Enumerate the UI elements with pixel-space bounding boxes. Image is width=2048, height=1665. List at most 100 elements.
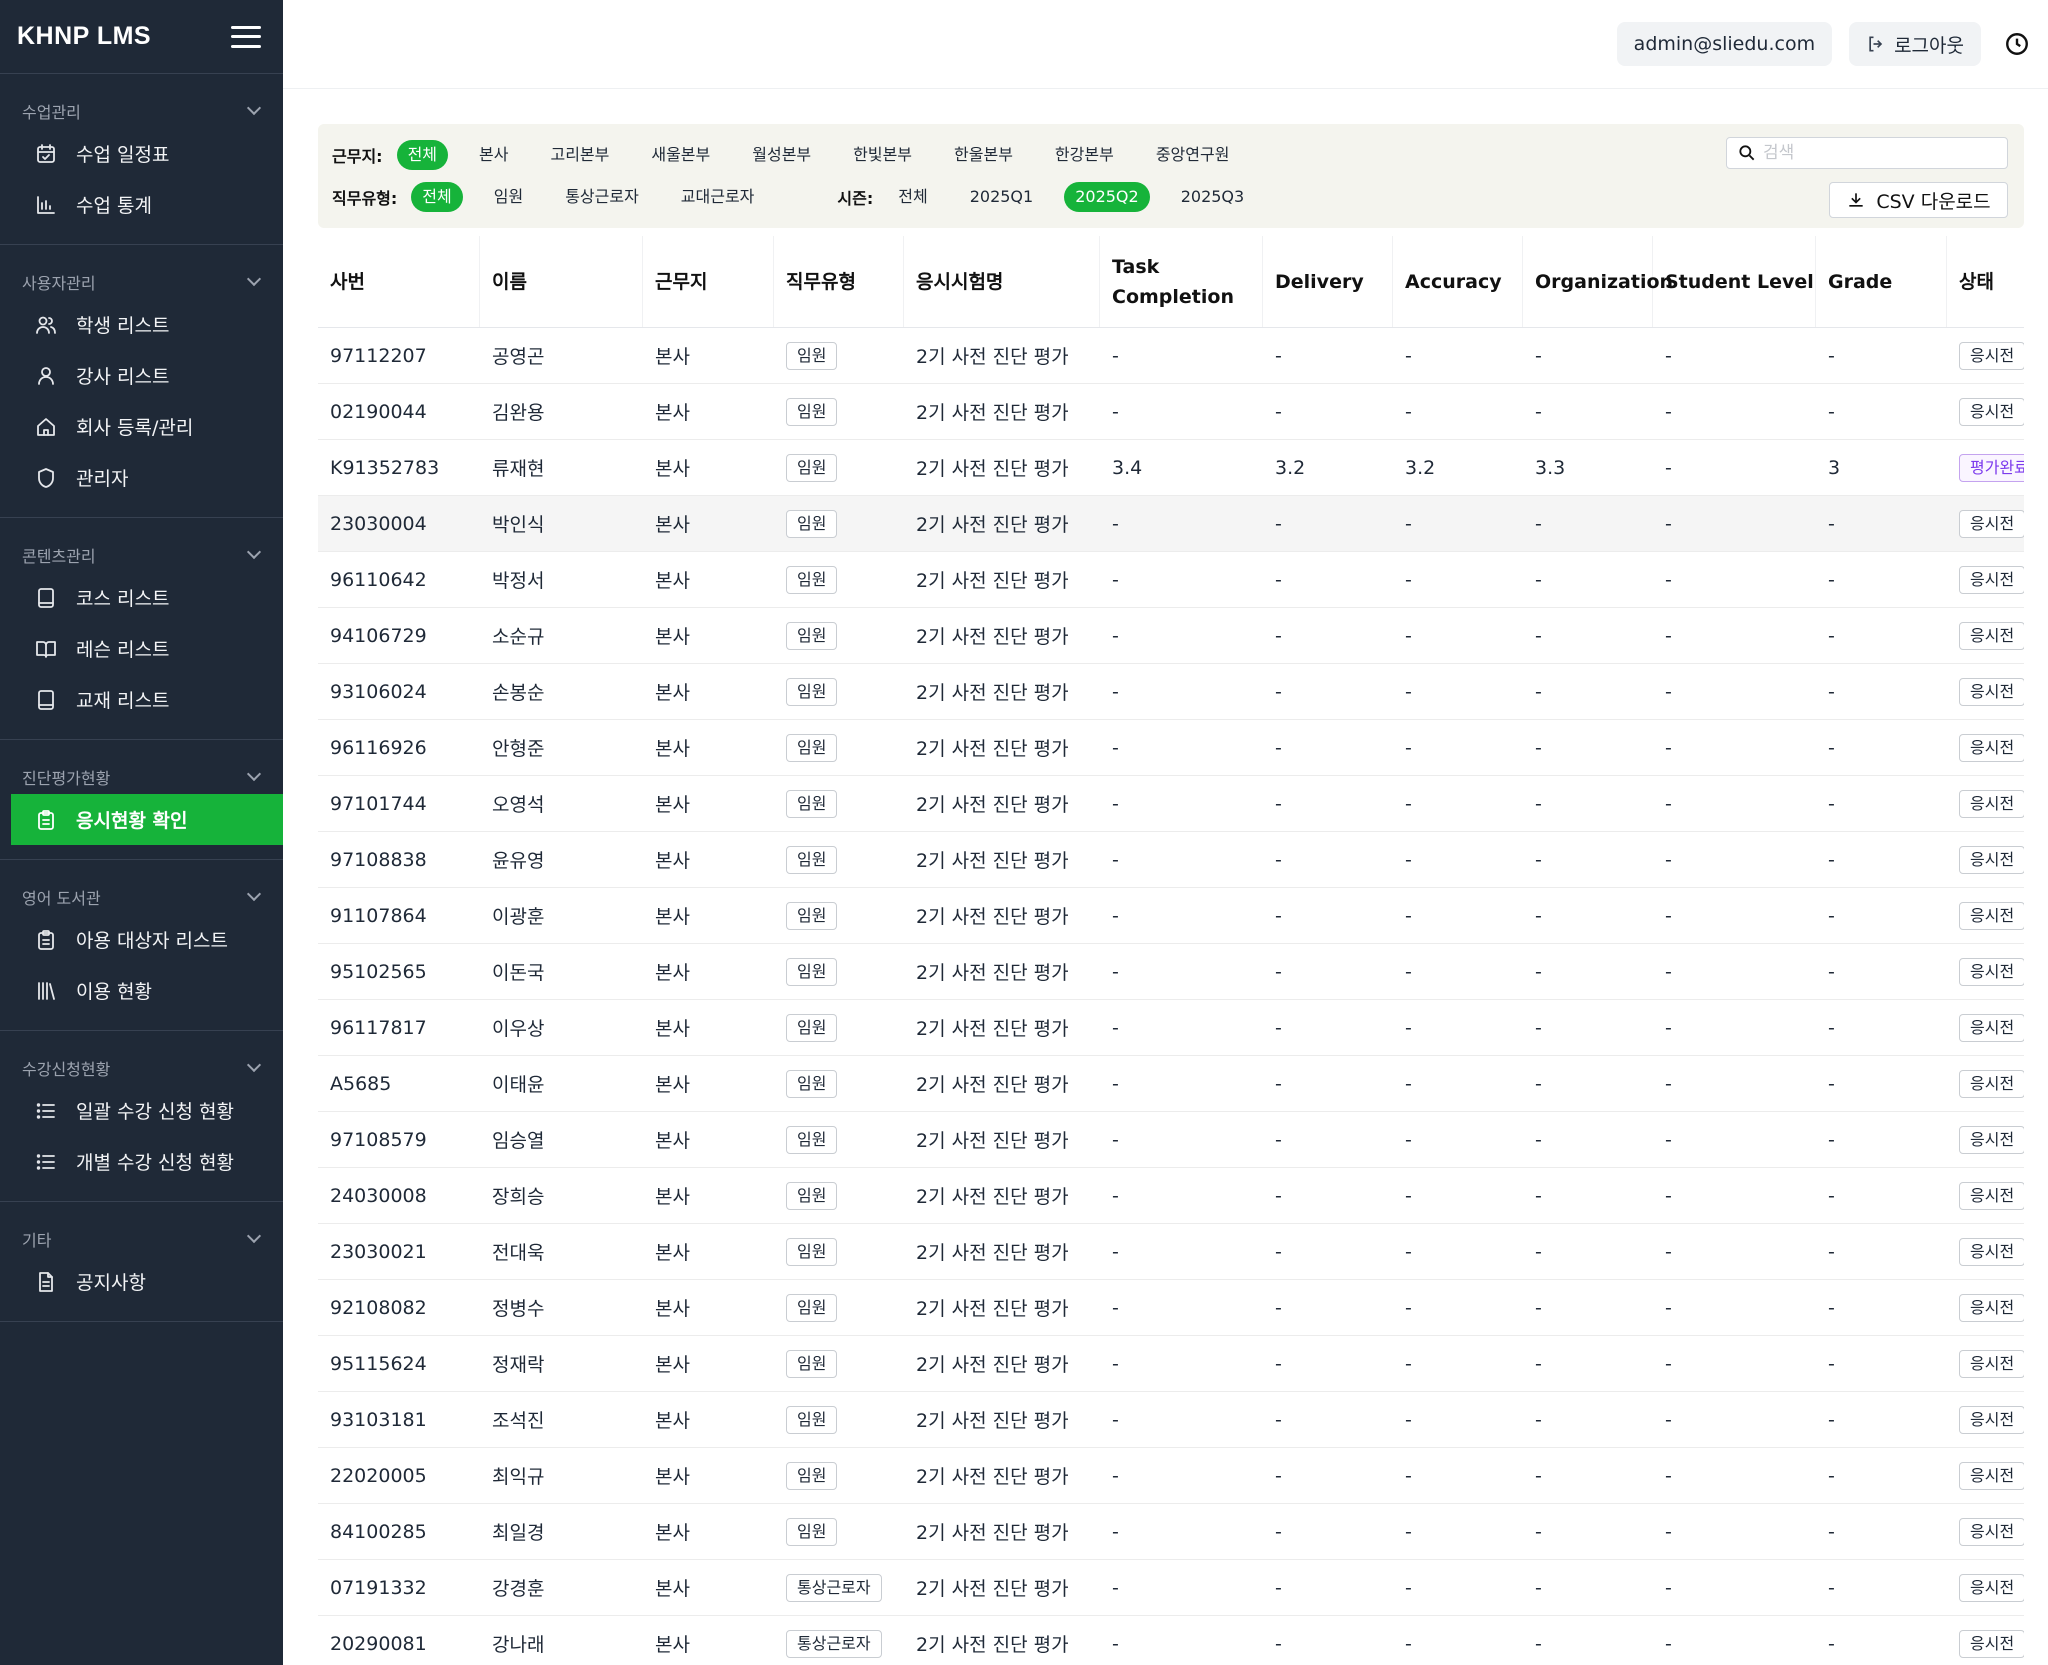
table-cell: -: [1405, 1016, 1412, 1039]
jobtype-chip[interactable]: 전체: [411, 182, 463, 212]
table-row[interactable]: 23030004 박인식 본사 임원 2기 사전 진단 평가 - - - - - - 응시전: [318, 496, 2024, 552]
workplace-chip[interactable]: 월성본부: [741, 140, 822, 170]
column-header[interactable]: Accuracy: [1393, 236, 1523, 327]
table-row[interactable]: 91107864 이광훈 본사 임원 2기 사전 진단 평가 - - - - - - 응시전: [318, 888, 2024, 944]
user-email-button[interactable]: admin@sliedu.com: [1616, 22, 1833, 66]
table-row[interactable]: K91352783 류재현 본사 임원 2기 사전 진단 평가 3.4 3.2 3.2 3.3 -…: [318, 440, 2024, 496]
workplace-chip[interactable]: 한강본부: [1044, 140, 1125, 170]
column-header[interactable]: Organization: [1523, 236, 1673, 327]
table-row[interactable]: 93103181 조석진 본사 임원 2기 사전 진단 평가 - - - - - - 응시전: [318, 1392, 2024, 1448]
table-row[interactable]: 95102565 이돈국 본사 임원 2기 사전 진단 평가 - - - - - - 응시전: [318, 944, 2024, 1000]
column-header[interactable]: 상태: [1947, 236, 2024, 327]
table-row[interactable]: 07191332 강경훈 본사 통상근로자 2기 사전 진단 평가 - - - - - - 응시전: [318, 1560, 2024, 1616]
table-row[interactable]: 84100285 최일경 본사 임원 2기 사전 진단 평가 - - - - - - 응시전: [318, 1504, 2024, 1560]
table-row[interactable]: 20290081 강나래 본사 통상근로자 2기 사전 진단 평가 - - - - - - 응시전: [318, 1616, 2024, 1665]
table-cell: -: [1665, 848, 1672, 871]
column-header[interactable]: Grade: [1816, 236, 1947, 327]
table-row[interactable]: 93106024 손봉순 본사 임원 2기 사전 진단 평가 - - - - - - 응시전: [318, 664, 2024, 720]
sidebar-item[interactable]: 교재 리스트: [0, 674, 283, 725]
nav-section-header[interactable]: 콘텐츠관리: [0, 538, 283, 572]
workplace-chip[interactable]: 중앙연구원: [1145, 140, 1241, 170]
sidebar-item[interactable]: 공지사항: [0, 1256, 283, 1307]
nav-section-header[interactable]: 영어 도서관: [0, 880, 283, 914]
logout-button[interactable]: 로그아웃: [1849, 22, 1981, 66]
column-header[interactable]: Task Completion: [1100, 236, 1263, 327]
table-row[interactable]: A5685 이태윤 본사 임원 2기 사전 진단 평가 - - - - - - 응시전: [318, 1056, 2024, 1112]
table-cell: -: [1535, 624, 1542, 647]
table-row[interactable]: 94106729 소순규 본사 임원 2기 사전 진단 평가 - - - - - - 응시전: [318, 608, 2024, 664]
workplace-chip[interactable]: 본사: [468, 140, 519, 170]
table-row[interactable]: 96117817 이우상 본사 임원 2기 사전 진단 평가 - - - - - - 응시전: [318, 1000, 2024, 1056]
column-header[interactable]: 이름: [480, 236, 643, 327]
csv-download-button[interactable]: CSV 다운로드: [1829, 182, 2008, 218]
table-row[interactable]: 22020005 최익규 본사 임원 2기 사전 진단 평가 - - - - - - 응시전: [318, 1448, 2024, 1504]
workplace-chip[interactable]: 한빛본부: [842, 140, 923, 170]
table-cell: 3.3: [1535, 456, 1566, 479]
season-chip[interactable]: 2025Q1: [959, 182, 1045, 212]
column-header[interactable]: 사번: [318, 236, 480, 327]
season-chip[interactable]: 전체: [887, 182, 938, 212]
nav-section-header[interactable]: 수강신청현황: [0, 1051, 283, 1085]
sidebar-item[interactable]: 응시현황 확인: [11, 794, 283, 845]
table-row[interactable]: 02190044 김완용 본사 임원 2기 사전 진단 평가 - - - - - - 응시전: [318, 384, 2024, 440]
nav-section-header[interactable]: 기타: [0, 1222, 283, 1256]
sidebar-item[interactable]: 수업 일정표: [0, 128, 283, 179]
table-row[interactable]: 24030008 장희승 본사 임원 2기 사전 진단 평가 - - - - - - 응시전: [318, 1168, 2024, 1224]
table-row[interactable]: 95115624 정재락 본사 임원 2기 사전 진단 평가 - - - - - - 응시전: [318, 1336, 2024, 1392]
sidebar-item[interactable]: 이용 현황: [0, 965, 283, 1016]
sidebar-item[interactable]: 관리자: [0, 452, 283, 503]
sidebar-item[interactable]: 레슨 리스트: [0, 623, 283, 674]
nav-section-header[interactable]: 진단평가현황: [0, 760, 283, 794]
table-row[interactable]: 96116926 안형준 본사 임원 2기 사전 진단 평가 - - - - - - 응시전: [318, 720, 2024, 776]
sidebar-item[interactable]: 수업 통계: [0, 179, 283, 230]
nav-section-header[interactable]: 수업관리: [0, 94, 283, 128]
table-cell: 박정서: [492, 570, 545, 592]
workplace-chip[interactable]: 전체: [396, 140, 449, 170]
table-row[interactable]: 97108579 임승열 본사 임원 2기 사전 진단 평가 - - - - - - 응시전: [318, 1112, 2024, 1168]
table-row[interactable]: 23030021 전대욱 본사 임원 2기 사전 진단 평가 - - - - - - 응시전: [318, 1224, 2024, 1280]
season-chip[interactable]: 2025Q2: [1064, 182, 1150, 212]
column-header[interactable]: 응시시험명: [904, 236, 1100, 327]
table-cell: -: [1275, 1072, 1282, 1095]
sidebar-item[interactable]: 코스 리스트: [0, 572, 283, 623]
workplace-chip[interactable]: 새울본부: [640, 140, 721, 170]
table-row[interactable]: 97101744 오영석 본사 임원 2기 사전 진단 평가 - - - - - - 응시전: [318, 776, 2024, 832]
jobtype-chip[interactable]: 교대근로자: [670, 182, 766, 212]
sidebar-item[interactable]: 개별 수강 신청 현황: [0, 1136, 283, 1187]
search-input[interactable]: [1763, 143, 1993, 163]
jobtype-chips: 전체 임원 통상근로자 교대근로자: [411, 182, 785, 212]
jobtype-badge: 임원: [786, 1293, 838, 1322]
clock-icon[interactable]: [2004, 31, 2030, 57]
table-row[interactable]: 96110642 박정서 본사 임원 2기 사전 진단 평가 - - - - - - 응시전: [318, 552, 2024, 608]
sidebar: KHNP LMS 수업관리 수업 일정표 수업 통계 사용자관리 학생 리스트 강사 리스…: [0, 0, 283, 1665]
jobtype-chip[interactable]: 임원: [483, 182, 534, 212]
sidebar-item[interactable]: 회사 등록/관리: [0, 401, 283, 452]
table-cell: -: [1112, 848, 1119, 871]
nav-section-header[interactable]: 사용자관리: [0, 265, 283, 299]
column-header[interactable]: 직무유형: [774, 236, 904, 327]
table-cell: 본사: [655, 1634, 690, 1656]
table-cell: -: [1665, 960, 1672, 983]
workplace-chip[interactable]: 한울본부: [943, 140, 1024, 170]
column-header[interactable]: Delivery: [1263, 236, 1393, 327]
chevron-down-icon: [246, 100, 262, 116]
jobtype-badge: 통상근로자: [786, 1573, 882, 1602]
jobtype-badge: 통상근로자: [786, 1629, 882, 1658]
sidebar-item[interactable]: 일괄 수강 신청 현황: [0, 1085, 283, 1136]
workplace-chip[interactable]: 고리본부: [539, 140, 620, 170]
status-badge: 응시전: [1959, 957, 2024, 986]
table-row[interactable]: 97108838 윤유영 본사 임원 2기 사전 진단 평가 - - - - - - 응시전: [318, 832, 2024, 888]
table-row[interactable]: 97112207 공영곤 본사 임원 2기 사전 진단 평가 - - - - - - 응시전: [318, 328, 2024, 384]
search-box[interactable]: [1726, 137, 2008, 169]
sidebar-item[interactable]: 학생 리스트: [0, 299, 283, 350]
column-header[interactable]: Student Level: [1653, 236, 1816, 327]
jobtype-chip[interactable]: 통상근로자: [554, 182, 650, 212]
sidebar-item[interactable]: 아용 대상자 리스트: [0, 914, 283, 965]
hamburger-menu-icon[interactable]: [231, 25, 261, 48]
season-chip[interactable]: 2025Q3: [1170, 182, 1256, 212]
column-header[interactable]: 근무지: [643, 236, 774, 327]
table-row[interactable]: 92108082 정병수 본사 임원 2기 사전 진단 평가 - - - - - - 응시전: [318, 1280, 2024, 1336]
table-cell: 임원: [774, 1069, 904, 1098]
table-cell: 공영곤: [492, 346, 545, 368]
sidebar-item[interactable]: 강사 리스트: [0, 350, 283, 401]
